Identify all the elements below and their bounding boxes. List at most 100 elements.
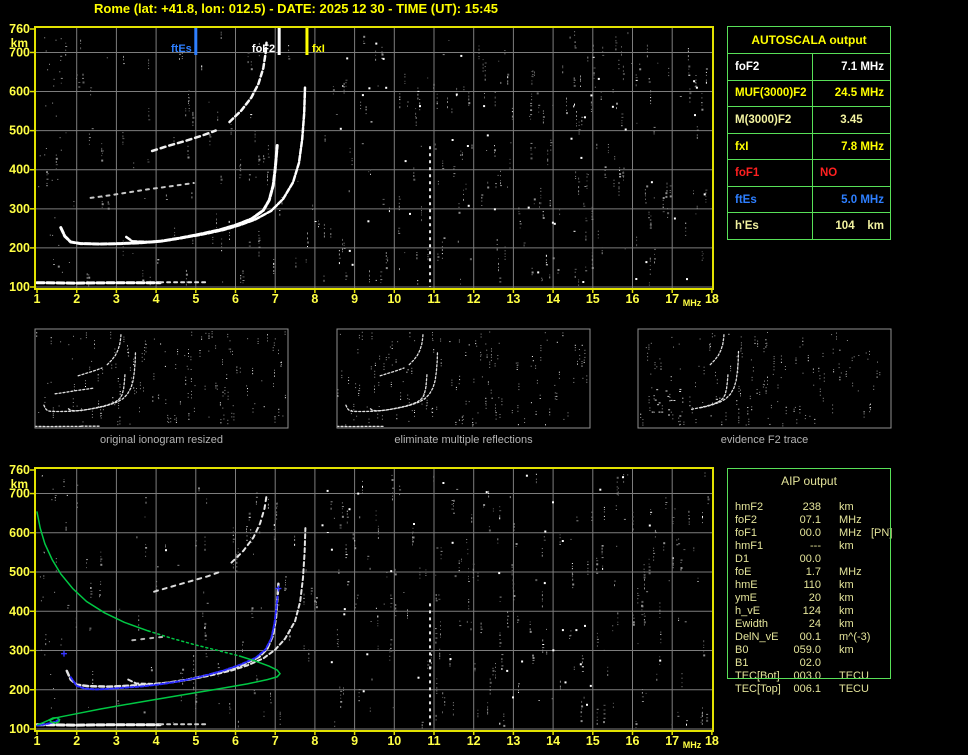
aip-table: AIP output hmF2 238 km foF2 07.1 MHz foF1 00.… [727, 468, 902, 704]
svg-text:400: 400 [9, 163, 30, 177]
svg-text:100: 100 [9, 280, 30, 294]
aip-unit: km [839, 618, 854, 630]
svg-text:1: 1 [34, 734, 41, 748]
svg-text:MHz: MHz [683, 740, 702, 750]
svg-text:MHz: MHz [683, 298, 702, 308]
svg-text:7: 7 [272, 292, 279, 306]
foF2-value: 7.1 MHz [841, 60, 884, 73]
svg-text:11: 11 [427, 292, 440, 306]
svg-text:600: 600 [9, 526, 30, 540]
aip-label: Ewidth [735, 618, 769, 630]
aip-unit: m^(-3) [839, 631, 871, 643]
svg-text:6: 6 [232, 734, 239, 748]
svg-text:300: 300 [9, 202, 30, 216]
aip-value: 059.0 [793, 644, 821, 656]
svg-text:16: 16 [626, 292, 640, 306]
aip-value: --- [810, 540, 821, 552]
svg-text:200: 200 [9, 683, 30, 697]
m3000f2-value: 3.45 [840, 113, 863, 126]
aip-row-foE: foE 1.7 MHz [735, 566, 901, 579]
aip-label: TEC[Bot] [735, 670, 780, 682]
svg-text:16: 16 [626, 734, 640, 748]
aip-rows: hmF2 238 km foF2 07.1 MHz foF1 00.0 MHz [PN] hm… [735, 501, 901, 696]
svg-text:2: 2 [73, 292, 80, 306]
panel-caption-reflections: eliminate multiple reflections [394, 434, 533, 446]
aip-unit: km [839, 579, 854, 591]
aip-value: 02.0 [799, 657, 821, 669]
svg-text:1: 1 [34, 292, 41, 306]
svg-text:10: 10 [387, 292, 401, 306]
aip-value: 00.0 [799, 527, 821, 539]
aip-value: 238 [802, 501, 821, 513]
aip-label: TEC[Top] [735, 683, 781, 695]
svg-text:13: 13 [506, 734, 520, 748]
aip-value: 24 [808, 618, 821, 630]
aip-value: 00.0 [799, 553, 821, 565]
hEs-value: 104 km [835, 220, 884, 233]
aip-label: B1 [735, 657, 749, 669]
aip-row-hmE: hmE 110 km [735, 579, 901, 592]
aip-row-foF2: foF2 07.1 MHz [735, 514, 901, 527]
aip-value: 1.7 [805, 566, 821, 578]
svg-text:4: 4 [153, 734, 160, 748]
aip-table-header: AIP output [781, 473, 837, 488]
svg-text:760: 760 [9, 463, 30, 477]
svg-text:6: 6 [232, 292, 239, 306]
foF1-value: NO [820, 167, 838, 180]
aip-label: D1 [735, 553, 750, 565]
aip-row-foF1: foF1 00.0 MHz [PN] [735, 527, 901, 540]
aip-value: 07.1 [799, 514, 821, 526]
muf3000f2-label: MUF(3000)F2 [728, 80, 813, 107]
aip-unit: MHz [839, 566, 862, 578]
svg-text:11: 11 [427, 734, 440, 748]
table-row-m3000f2: M(3000)F2 3.45 [728, 107, 890, 134]
panel-caption-f2trace: evidence F2 trace [720, 434, 809, 446]
aip-row-hmF1: hmF1 --- km [735, 540, 901, 553]
processing-panel-1 [34, 328, 289, 429]
aip-value: 20 [808, 592, 821, 604]
svg-text:760: 760 [9, 22, 30, 36]
aip-value: 003.0 [793, 670, 821, 682]
svg-text:200: 200 [9, 241, 30, 255]
m3000f2-label: M(3000)F2 [728, 107, 813, 133]
svg-text:12: 12 [467, 292, 481, 306]
aip-value: 00.1 [799, 631, 821, 643]
table-row-fxI: fxI 7.8 MHz [728, 133, 890, 161]
svg-text:5: 5 [192, 292, 199, 306]
autoscala-table: AUTOSCALA output foF2 7.1 MHz MUF(3000)F… [727, 26, 891, 240]
svg-text:fxI: fxI [312, 43, 325, 55]
svg-text:12: 12 [467, 734, 481, 748]
svg-text:17: 17 [665, 292, 679, 306]
aip-unit: km [839, 501, 854, 513]
aip-row-DelNvE: DelN_vE 00.1 m^(-3) [735, 631, 901, 644]
aip-row-hvE: h_vE 124 km [735, 605, 901, 618]
table-row-ftEs: ftEs 5.0 MHz [728, 186, 890, 214]
svg-text:18: 18 [705, 292, 719, 306]
top-ionogram: 1 2 3 4 5 6 7 8 9 10 11 12 13 14 15 16 17 18MHz7607006005… [9, 22, 719, 308]
svg-text:500: 500 [9, 565, 30, 579]
aip-unit: TECU [839, 670, 869, 682]
hEs-label: h'Es [728, 213, 813, 240]
svg-text:km: km [11, 36, 28, 50]
aip-label: B0 [735, 644, 749, 656]
svg-text:18: 18 [705, 734, 719, 748]
svg-text:4: 4 [153, 292, 160, 306]
aip-row-TECTop: TEC[Top] 006.1 TECU [735, 683, 901, 696]
svg-text:300: 300 [9, 644, 30, 658]
svg-text:500: 500 [9, 124, 30, 138]
autoscala-table-header: AUTOSCALA output [728, 27, 890, 54]
aip-unit: km [839, 605, 854, 617]
ftEs-label: ftEs [728, 186, 813, 213]
svg-text:8: 8 [311, 734, 318, 748]
svg-text:14: 14 [546, 734, 560, 748]
muf3000f2-value: 24.5 MHz [834, 87, 884, 100]
aip-label: DelN_vE [735, 631, 779, 643]
svg-text:3: 3 [113, 292, 120, 306]
svg-text:3: 3 [113, 734, 120, 748]
svg-text:km: km [11, 477, 28, 491]
svg-text:2: 2 [73, 734, 80, 748]
ftEs-value: 5.0 MHz [841, 193, 884, 206]
aip-label: foE [735, 566, 752, 578]
foF2-label: foF2 [728, 54, 813, 80]
svg-text:10: 10 [387, 734, 401, 748]
